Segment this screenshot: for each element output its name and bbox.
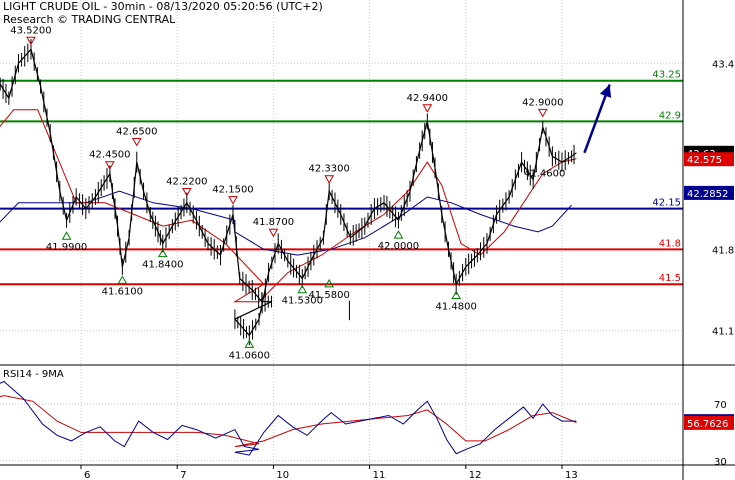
- peak-label: 43.5200: [10, 25, 51, 36]
- price-tag-label: 42.2852: [687, 189, 728, 200]
- peak-marker: [268, 228, 279, 238]
- peak-label: 42.4500: [89, 150, 130, 161]
- level-label: 42.15: [652, 198, 681, 209]
- level-label: 42.9: [659, 110, 681, 121]
- rsi-ma-line: [0, 395, 577, 448]
- trough-marker: [117, 275, 128, 284]
- trough-label: 41.8400: [142, 260, 183, 271]
- peak-marker: [228, 196, 238, 205]
- peak-marker: [422, 104, 433, 113]
- x-tick-label: 13: [565, 470, 578, 480]
- x-tick-label: 6: [84, 470, 90, 480]
- peak-label: 41.8700: [253, 217, 294, 228]
- peak-marker: [131, 137, 142, 147]
- y-tick-label: 41.8: [712, 245, 734, 256]
- level-label: 43.25: [652, 70, 681, 81]
- level-label: 41.5: [659, 273, 681, 284]
- y-tick-label: 43.4: [712, 59, 734, 70]
- rsi-tick-label: 70: [714, 400, 727, 411]
- trough-label: 41.6100: [102, 286, 143, 297]
- trough-label: 41.5800: [309, 290, 350, 301]
- peak-label: 42.9400: [407, 93, 448, 104]
- rsi-panel-title: RSI14 - 9MA: [3, 369, 64, 380]
- peak-label: 42.6500: [116, 126, 157, 137]
- trough-label: 42.0000: [378, 241, 419, 252]
- peak-label: 42.1500: [212, 185, 253, 196]
- peak-marker: [537, 108, 548, 118]
- value-label: 42.4600: [524, 169, 565, 180]
- x-tick-label: 12: [469, 470, 482, 480]
- x-tick-label: 10: [276, 470, 289, 480]
- peak-label: 42.2200: [166, 176, 207, 187]
- peak-marker: [324, 175, 335, 184]
- price-tag-label: 42.575: [687, 155, 722, 166]
- trough-label: 41.9900: [46, 242, 87, 253]
- price-line: [0, 48, 577, 337]
- trough-label: 41.4800: [436, 302, 477, 313]
- peak-label: 42.3300: [309, 164, 350, 175]
- fast-moving-average-line: [0, 109, 577, 303]
- trough-marker: [61, 231, 72, 240]
- trough-marker: [393, 230, 404, 239]
- axis-layer: 671011121343.441.841.1703042.6342.57542.…: [0, 0, 735, 480]
- x-tick-label: 7: [180, 470, 186, 480]
- rsi-tick-label: 30: [714, 457, 727, 468]
- x-tick-label: 11: [373, 470, 386, 480]
- y-tick-label: 41.1: [712, 327, 734, 338]
- grid-layer: [0, 0, 683, 465]
- trough-label: 41.0600: [229, 350, 270, 361]
- level-label: 41.8: [659, 238, 681, 249]
- rsi-line: [0, 380, 577, 456]
- annotation-layer: 43.5200 42.4500 42.6500 42.2200 42.1500 41.87…: [10, 25, 612, 361]
- rsi-tag-label: 56.7626: [687, 419, 728, 430]
- peak-label: 42.9000: [522, 97, 563, 108]
- level-layer: 43.25 42.9 42.15 41.8 41.5: [0, 70, 683, 286]
- price-chart: 43.25 42.9 42.15 41.8 41.5 43.5200 42.4500 42.…: [0, 0, 735, 480]
